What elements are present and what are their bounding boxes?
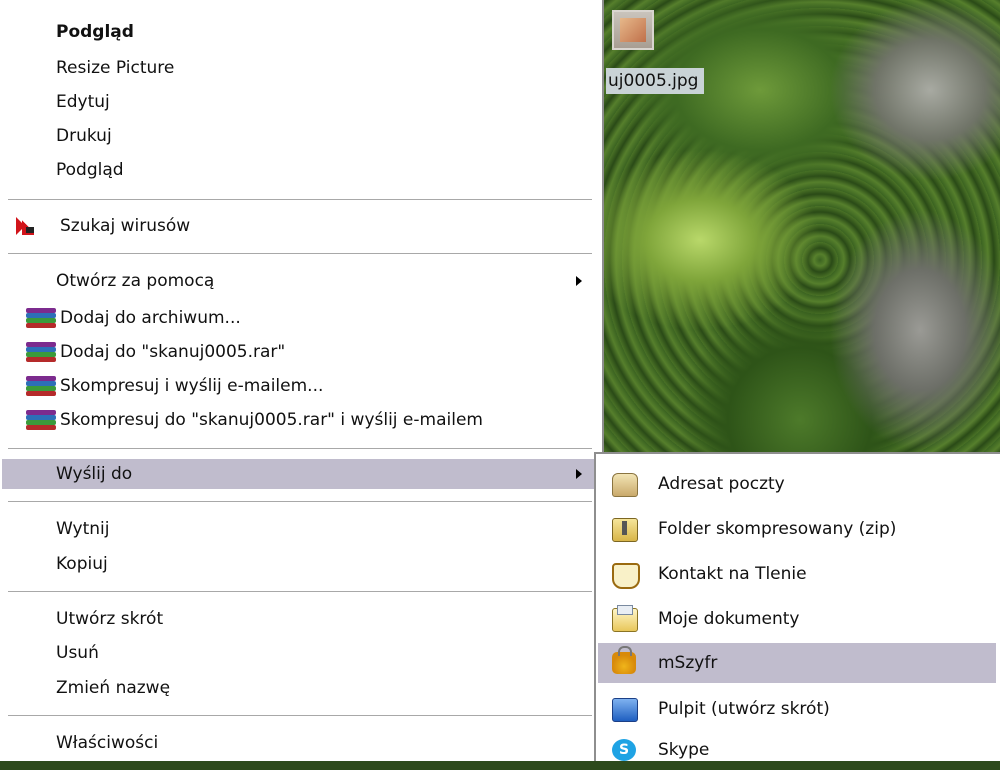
winrar-icon — [26, 376, 58, 396]
submenu-item-my-documents[interactable]: Moje dokumenty — [598, 599, 996, 639]
menu-item-label: Otwórz za pomocą — [56, 271, 215, 291]
menu-item-cut[interactable]: Wytnij — [2, 514, 598, 544]
image-file-thumbnail[interactable] — [612, 10, 654, 50]
submenu-item-zip-folder[interactable]: Folder skompresowany (zip) — [598, 509, 996, 549]
menu-separator — [8, 715, 592, 717]
tlen-contact-icon — [612, 563, 640, 589]
zip-folder-icon — [612, 518, 638, 542]
menu-item-add-to-archive[interactable]: Dodaj do archiwum... — [2, 303, 598, 333]
menu-item-copy[interactable]: Kopiuj — [2, 549, 598, 579]
menu-item-compress-to-rar-and-email[interactable]: Skompresuj do "skanuj0005.rar" i wyślij … — [2, 405, 598, 435]
submenu-item-label: Folder skompresowany (zip) — [658, 519, 897, 539]
submenu-item-mszyfr[interactable]: mSzyfr — [598, 643, 996, 683]
desktop-shortcut-icon — [612, 698, 638, 722]
menu-item-resize-picture[interactable]: Resize Picture — [2, 53, 598, 83]
winrar-icon — [26, 342, 58, 362]
lock-icon — [612, 646, 636, 674]
submenu-item-label: Adresat poczty — [658, 474, 785, 494]
menu-separator — [8, 253, 592, 255]
menu-item-label: Skompresuj do "skanuj0005.rar" i wyślij … — [60, 410, 483, 430]
skype-icon: S — [612, 739, 636, 761]
menu-separator — [8, 591, 592, 593]
menu-item-scan-viruses[interactable]: Szukaj wirusów — [2, 211, 598, 241]
menu-separator — [8, 448, 592, 450]
context-menu: Podgląd Resize Picture Edytuj Drukuj Pod… — [0, 0, 604, 761]
menu-item-label: Szukaj wirusów — [60, 216, 191, 236]
submenu-item-label: Pulpit (utwórz skrót) — [658, 699, 830, 719]
submenu-item-label: Skype — [658, 740, 710, 760]
menu-item-label: Skompresuj i wyślij e-mailem... — [60, 376, 324, 396]
winrar-icon — [26, 410, 58, 430]
file-name-label[interactable]: uj0005.jpg — [606, 68, 705, 94]
menu-separator — [8, 199, 592, 201]
winrar-icon — [26, 308, 58, 328]
menu-item-create-shortcut[interactable]: Utwórz skrót — [2, 604, 598, 634]
submenu-item-tlen-contact[interactable]: Kontakt na Tlenie — [598, 554, 996, 594]
menu-item-print[interactable]: Drukuj — [2, 121, 598, 151]
send-to-submenu: Adresat poczty Folder skompresowany (zip… — [594, 452, 1000, 761]
menu-item-add-to-rar[interactable]: Dodaj do "skanuj0005.rar" — [2, 337, 598, 367]
my-documents-icon — [612, 605, 638, 632]
submenu-item-desktop-shortcut[interactable]: Pulpit (utwórz skrót) — [598, 689, 996, 729]
menu-item-preview-default[interactable]: Podgląd — [2, 17, 598, 47]
menu-item-delete[interactable]: Usuń — [2, 638, 598, 668]
submenu-item-skype[interactable]: S Skype — [598, 730, 996, 770]
menu-separator — [8, 501, 592, 503]
menu-item-open-with[interactable]: Otwórz za pomocą — [2, 266, 598, 296]
menu-item-compress-and-email[interactable]: Skompresuj i wyślij e-mailem... — [2, 371, 598, 401]
menu-item-edit[interactable]: Edytuj — [2, 87, 598, 117]
submenu-item-label: Moje dokumenty — [658, 609, 800, 629]
submenu-item-label: Kontakt na Tlenie — [658, 564, 807, 584]
menu-item-label: Dodaj do "skanuj0005.rar" — [60, 342, 286, 362]
mail-recipient-icon — [612, 473, 638, 497]
menu-item-preview[interactable]: Podgląd — [2, 155, 598, 185]
menu-item-properties[interactable]: Właściwości — [2, 728, 598, 758]
submenu-item-label: mSzyfr — [658, 653, 718, 673]
submenu-arrow-icon — [576, 276, 582, 286]
menu-item-label: Wyślij do — [56, 464, 133, 484]
menu-item-rename[interactable]: Zmień nazwę — [2, 673, 598, 703]
menu-item-send-to[interactable]: Wyślij do — [2, 459, 598, 489]
submenu-arrow-icon — [576, 469, 582, 479]
submenu-item-mail-recipient[interactable]: Adresat poczty — [598, 464, 996, 504]
menu-item-label: Dodaj do archiwum... — [60, 308, 241, 328]
kaspersky-icon — [16, 217, 36, 235]
